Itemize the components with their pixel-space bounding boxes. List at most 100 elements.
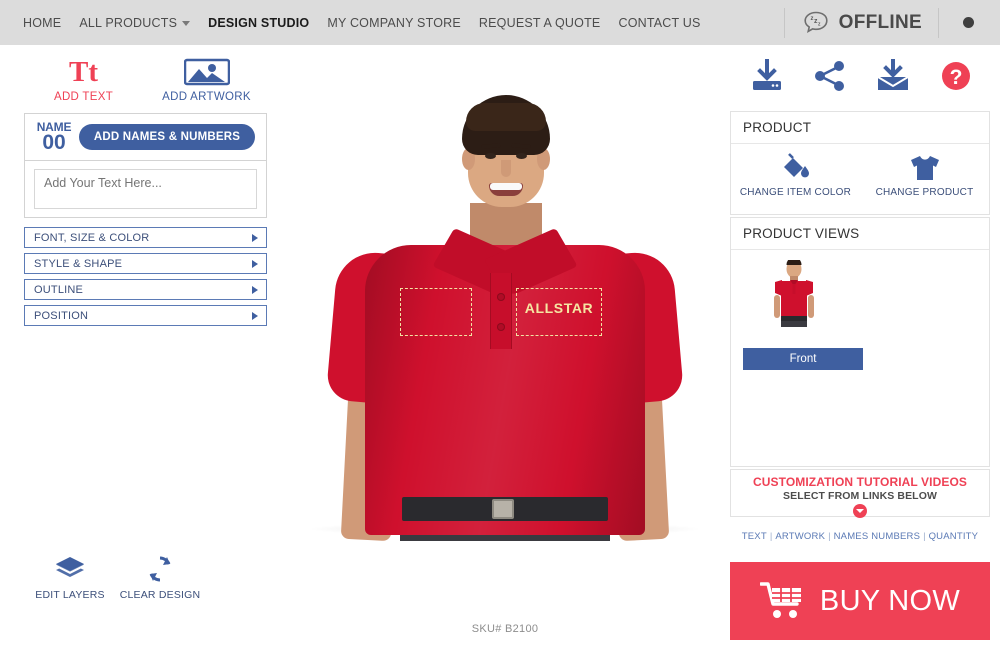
- paint-bucket-icon: [731, 152, 860, 184]
- add-artwork-label: ADD ARTWORK: [162, 91, 251, 103]
- product-card-title: PRODUCT: [731, 112, 989, 144]
- chat-status-label: OFFLINE: [838, 11, 922, 33]
- right-panel: ? PRODUCT CHANGE ITEM COLOR CHANGE PRODU…: [720, 45, 1000, 652]
- design-text-element[interactable]: ALLSTAR: [516, 300, 602, 316]
- refresh-clear-icon: [115, 553, 205, 585]
- nav-divider-2: [938, 7, 939, 38]
- product-model-image: ALLSTAR: [290, 45, 720, 542]
- dot-menu-icon[interactable]: [963, 17, 974, 28]
- model-nose: [501, 160, 511, 177]
- product-view-thumbnail[interactable]: [763, 260, 825, 342]
- model-teeth: [490, 183, 522, 190]
- clear-design-label: CLEAR DESIGN: [119, 589, 201, 601]
- product-views-list: Front: [731, 250, 989, 466]
- accordion-label: STYLE & SHAPE: [34, 257, 123, 270]
- name-badge-line2: 00: [42, 131, 66, 154]
- product-card: PRODUCT CHANGE ITEM COLOR CHANGE PRODUCT: [730, 111, 990, 215]
- nav-links: HOME ALL PRODUCTS DESIGN STUDIO MY COMPA…: [0, 16, 710, 30]
- add-names-numbers-button[interactable]: ADD NAMES & NUMBERS: [79, 124, 255, 150]
- tutorial-link-text[interactable]: TEXT: [742, 531, 767, 542]
- svg-text:z: z: [818, 21, 821, 27]
- nav-right-group: z z z OFFLINE: [783, 0, 1000, 45]
- layers-icon: [25, 553, 115, 585]
- primary-tools-row: Tt ADD TEXT ADD ARTWORK: [0, 45, 290, 103]
- nav-item-my-company-store[interactable]: MY COMPANY STORE: [318, 16, 470, 30]
- add-text-label: ADD TEXT: [53, 91, 114, 103]
- product-views-card: PRODUCT VIEWS Front: [730, 217, 990, 467]
- product-actions: CHANGE ITEM COLOR CHANGE PRODUCT: [731, 144, 989, 214]
- design-actions-row: ?: [720, 45, 1000, 107]
- left-tools-panel: Tt ADD TEXT ADD ARTWORK NAME 00 ADD NAME…: [0, 45, 290, 652]
- help-icon[interactable]: ?: [939, 59, 973, 93]
- nav-item-design-studio[interactable]: DESIGN STUDIO: [199, 16, 318, 30]
- add-artwork-button[interactable]: ADD ARTWORK: [145, 57, 268, 103]
- shirt-button-1: [497, 293, 505, 301]
- nav-item-contact-us[interactable]: CONTACT US: [609, 16, 709, 30]
- change-item-color-button[interactable]: CHANGE ITEM COLOR: [731, 144, 860, 214]
- model-eye-right: [516, 153, 527, 159]
- accordion-item-outline[interactable]: OUTLINE: [24, 279, 267, 300]
- buy-now-button[interactable]: BUY NOW: [730, 562, 990, 640]
- design-text-input[interactable]: [34, 169, 257, 209]
- model-mouth: [489, 183, 523, 196]
- design-canvas[interactable]: ALLSTAR SKU# B2100: [290, 45, 720, 652]
- design-selection-box-left[interactable]: [400, 288, 472, 336]
- change-item-color-label: CHANGE ITEM COLOR: [739, 187, 852, 198]
- product-view-front-button[interactable]: Front: [743, 348, 863, 370]
- chevron-right-icon: [252, 311, 258, 320]
- text-tool-icon: Tt: [69, 56, 98, 88]
- tutorial-card: CUSTOMIZATION TUTORIAL VIDEOS SELECT FRO…: [730, 469, 990, 518]
- nav-item-request-a-quote[interactable]: REQUEST A QUOTE: [470, 16, 610, 30]
- tutorial-link-quantity[interactable]: QUANTITY: [929, 531, 979, 542]
- text-options-accordion: FONT, SIZE & COLOR STYLE & SHAPE OUTLINE…: [24, 227, 267, 331]
- shopping-cart-icon: [759, 582, 801, 618]
- add-text-button[interactable]: Tt ADD TEXT: [22, 57, 145, 103]
- nav-item-home[interactable]: HOME: [14, 16, 70, 30]
- tutorial-subtitle: SELECT FROM LINKS BELOW: [783, 490, 937, 502]
- chevron-right-icon: [252, 285, 258, 294]
- edit-layers-button[interactable]: EDIT LAYERS: [25, 553, 115, 601]
- name-number-badge: NAME 00: [25, 121, 79, 153]
- text-input-card: [24, 161, 267, 218]
- top-navigation-bar: HOME ALL PRODUCTS DESIGN STUDIO MY COMPA…: [0, 0, 1000, 45]
- change-product-button[interactable]: CHANGE PRODUCT: [860, 144, 989, 214]
- accordion-label: FONT, SIZE & COLOR: [34, 231, 150, 244]
- model-hair-front: [466, 103, 546, 131]
- edit-layers-label: EDIT LAYERS: [35, 589, 105, 601]
- names-numbers-card: NAME 00 ADD NAMES & NUMBERS: [24, 113, 267, 161]
- buy-now-label: BUY NOW: [819, 584, 961, 617]
- change-product-label: CHANGE PRODUCT: [875, 187, 974, 198]
- product-views-title: PRODUCT VIEWS: [731, 218, 989, 250]
- nav-item-all-products[interactable]: ALL PRODUCTS: [70, 16, 199, 30]
- tutorial-title: CUSTOMIZATION TUTORIAL VIDEOS: [752, 475, 968, 489]
- save-design-icon[interactable]: [748, 59, 786, 93]
- link-separator: |: [828, 531, 831, 542]
- chevron-down-circle-icon[interactable]: [853, 504, 867, 518]
- accordion-item-position[interactable]: POSITION: [24, 305, 267, 326]
- chat-bubble-zzz-icon: z z z: [804, 11, 828, 33]
- sku-label: SKU# B2100: [471, 623, 539, 635]
- accordion-item-font-size-color[interactable]: FONT, SIZE & COLOR: [24, 227, 267, 248]
- chevron-right-icon: [252, 233, 258, 242]
- tutorial-link-artwork[interactable]: ARTWORK: [775, 531, 825, 542]
- model-eye-left: [485, 153, 496, 159]
- share-design-icon[interactable]: [813, 59, 847, 93]
- image-artwork-icon: [145, 57, 268, 87]
- accordion-item-style-shape[interactable]: STYLE & SHAPE: [24, 253, 267, 274]
- bottom-tools-row: EDIT LAYERS CLEAR DESIGN: [0, 553, 290, 601]
- tshirt-icon: [860, 152, 989, 184]
- email-design-icon[interactable]: [874, 59, 912, 93]
- shirt-button-2: [497, 323, 505, 331]
- svg-text:?: ?: [949, 66, 962, 89]
- shirt-placket: [490, 273, 512, 349]
- chevron-right-icon: [252, 259, 258, 268]
- live-chat-status-button[interactable]: z z z OFFLINE: [785, 8, 938, 38]
- accordion-label: OUTLINE: [34, 283, 84, 296]
- chevron-down-icon: [182, 20, 191, 26]
- tutorial-link-names-numbers[interactable]: NAMES NUMBERS: [834, 531, 921, 542]
- model-belt-buckle: [492, 499, 514, 519]
- link-separator: |: [923, 531, 926, 542]
- clear-design-button[interactable]: CLEAR DESIGN: [115, 553, 205, 601]
- tutorial-links-row: TEXT | ARTWORK | NAMES NUMBERS | QUANTIT…: [730, 531, 990, 542]
- link-separator: |: [769, 531, 773, 542]
